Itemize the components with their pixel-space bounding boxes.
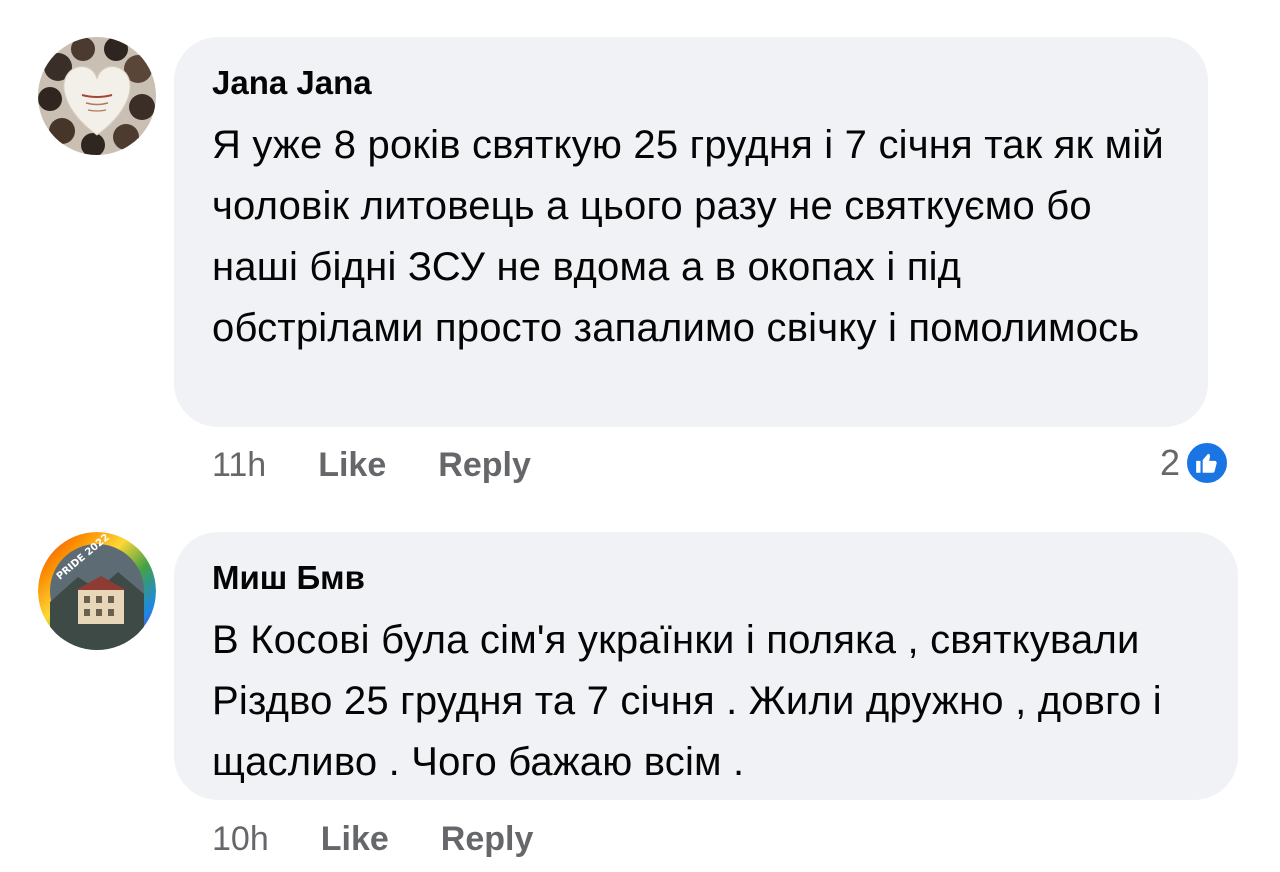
comment-bubble: Jana Jana Я уже 8 років святкую 25 грудн… xyxy=(174,37,1208,427)
comment-actions: 10h Like Reply xyxy=(212,814,533,864)
heart-group-photo-avatar xyxy=(38,37,156,155)
rainbow-ring-building-avatar: PRIDE 2022 xyxy=(38,532,156,650)
like-thumb-icon xyxy=(1184,440,1231,486)
reaction-count: 2 xyxy=(1160,442,1181,483)
like-button[interactable]: Like xyxy=(318,446,386,485)
avatar[interactable] xyxy=(38,37,156,155)
like-button[interactable]: Like xyxy=(321,820,389,859)
comment-timestamp[interactable]: 11h xyxy=(212,446,266,485)
avatar[interactable]: PRIDE 2022 xyxy=(38,532,156,650)
comment-text: В Косові була сім'я українки і поляка , … xyxy=(212,618,1162,784)
comment-bubble: Миш Бмв В Косові була сім'я українки і п… xyxy=(174,532,1238,800)
reaction-summary[interactable]: 2 xyxy=(1160,440,1231,486)
comment-text: Я уже 8 років святкую 25 грудня і 7 січн… xyxy=(212,123,1164,350)
comment-actions: 11h Like Reply xyxy=(212,440,531,490)
comment-author[interactable]: Миш Бмв xyxy=(212,558,1200,598)
comment-author[interactable]: Jana Jana xyxy=(212,63,1170,103)
comment-timestamp[interactable]: 10h xyxy=(212,820,269,859)
reply-button[interactable]: Reply xyxy=(438,446,531,485)
reply-button[interactable]: Reply xyxy=(441,820,534,859)
